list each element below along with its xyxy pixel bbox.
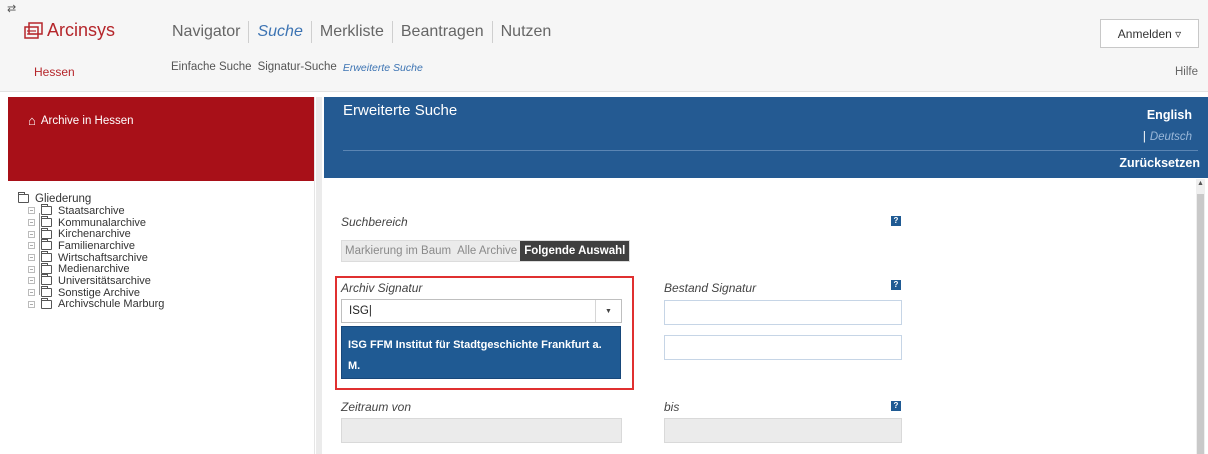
archive-signatur-input[interactable]: ISG — [342, 305, 595, 317]
region-link[interactable]: Hessen — [34, 65, 75, 79]
tree-item-label: Archivschule Marburg — [58, 298, 165, 311]
folder-icon — [18, 192, 29, 203]
folder-icon — [41, 239, 52, 251]
option-alle-archive[interactable]: Alle Archive — [454, 241, 520, 261]
expand-icon[interactable] — [28, 300, 35, 308]
reset-button[interactable]: Zurücksetzen — [1119, 156, 1200, 170]
tree-item-label: Familienarchive — [58, 239, 136, 252]
tree-item-label: Wirtschaftsarchive — [58, 251, 148, 264]
bestand-signatur-input-2[interactable] — [664, 335, 902, 360]
expand-icon[interactable] — [28, 219, 35, 227]
folder-icon — [41, 216, 52, 228]
tree-root[interactable]: Gliederung — [18, 192, 164, 205]
expand-icon[interactable] — [28, 242, 35, 250]
search-area-label: Suchbereich — [341, 215, 408, 229]
tree-item-label: Kommunalarchive — [58, 216, 147, 229]
tree-item-label: Staatsarchive — [58, 204, 125, 217]
login-button[interactable]: Anmelden ▿ — [1100, 19, 1199, 48]
archive-logo-icon — [24, 21, 43, 39]
nav-nutzen[interactable]: Nutzen — [491, 21, 560, 43]
panel-splitter[interactable] — [316, 97, 322, 454]
archive-signatur-label: Archiv Signatur — [341, 281, 423, 295]
search-area-toggle: Markierung im Baum Alle Archive Folgende… — [341, 240, 631, 262]
option-folgende-auswahl[interactable]: Folgende Auswahl — [520, 241, 630, 261]
folder-icon — [41, 286, 52, 298]
tree-item-label: Kirchenarchive — [58, 228, 131, 241]
tree-item-kommunalarchive[interactable]: Kommunalarchive — [28, 216, 164, 229]
expand-icon[interactable] — [28, 265, 35, 273]
folder-icon — [41, 227, 52, 239]
archive-building-icon: ⌂ — [28, 113, 36, 128]
tree-item-universitaetsarchive[interactable]: Universitätsarchive — [28, 274, 164, 287]
language-deutsch-link[interactable]: Deutsch — [1143, 131, 1192, 143]
tree-item-label: Sonstige Archive — [58, 286, 140, 299]
subnav-einfache-suche[interactable]: Einfache Suche — [171, 61, 252, 74]
expand-icon[interactable] — [28, 277, 35, 285]
tree-root-label: Gliederung — [35, 192, 92, 205]
language-english-link[interactable]: English — [1147, 108, 1192, 122]
sub-navigation: Einfache Suche Signatur-Suche Erweiterte… — [171, 61, 429, 74]
scrollbar-thumb[interactable] — [1197, 194, 1204, 454]
option-markierung-im-baum[interactable]: Markierung im Baum — [342, 241, 454, 261]
bis-label: bis — [664, 400, 680, 414]
expand-icon[interactable] — [28, 289, 35, 297]
tree-item-wirtschaftsarchive[interactable]: Wirtschaftsarchive — [28, 251, 164, 264]
logo-text: Arcinsys — [47, 20, 116, 40]
archive-tree-panel: ⌂ Archive in Hessen Gliederung Staatsarc… — [8, 97, 315, 454]
archive-tree: Gliederung Staatsarchive Kommunalarchive… — [18, 192, 164, 310]
tree-item-staatsarchive[interactable]: Staatsarchive — [28, 204, 164, 217]
folder-icon — [41, 274, 52, 286]
page-title: Erweiterte Suche — [343, 102, 458, 119]
main-navigation: Navigator Suche Merkliste Beantragen Nut… — [170, 21, 559, 43]
tree-item-label: Universitätsarchive — [58, 274, 151, 287]
tree-item-archivschule-marburg[interactable]: Archivschule Marburg — [28, 297, 165, 311]
vertical-scrollbar[interactable]: ▲ — [1196, 179, 1205, 454]
expand-icon[interactable] — [28, 254, 35, 262]
tree-item-medienarchive[interactable]: Medienarchive — [28, 262, 164, 276]
top-header: ⇄ Arcinsys Hessen Navigator Suche Merkli… — [0, 0, 1208, 92]
tree-item-kirchenarchive[interactable]: Kirchenarchive — [28, 227, 164, 241]
archive-in-hessen-label: Archive in Hessen — [40, 114, 134, 127]
help-icon[interactable]: ? — [891, 401, 901, 411]
zeitraum-bis-input[interactable] — [664, 418, 902, 443]
zeitraum-von-label: Zeitraum von — [341, 400, 412, 414]
swap-arrows-icon[interactable]: ⇄ — [7, 4, 16, 15]
expand-icon[interactable] — [28, 230, 35, 238]
folder-icon — [41, 204, 52, 216]
nav-navigator[interactable]: Navigator — [170, 21, 248, 43]
dropdown-caret-icon[interactable]: ▼ — [595, 300, 621, 322]
search-panel: Erweiterte Suche English Deutsch Zurücks… — [324, 97, 1208, 454]
help-icon[interactable]: ? — [891, 216, 901, 226]
folder-icon — [41, 262, 52, 274]
nav-suche[interactable]: Suche — [248, 21, 310, 43]
search-header: Erweiterte Suche English Deutsch Zurücks… — [324, 97, 1208, 178]
archive-in-hessen-link[interactable]: ⌂ Archive in Hessen — [28, 113, 134, 128]
folder-icon — [41, 251, 52, 263]
app-logo[interactable]: Arcinsys — [24, 20, 115, 41]
tree-item-familienarchive[interactable]: Familienarchive — [28, 239, 164, 252]
sidebar-header: ⌂ Archive in Hessen — [8, 97, 314, 181]
nav-merkliste[interactable]: Merkliste — [310, 21, 392, 43]
subnav-erweiterte-suche[interactable]: Erweiterte Suche — [343, 61, 423, 74]
help-link[interactable]: Hilfe — [1175, 66, 1198, 78]
folder-icon — [41, 297, 52, 309]
bestand-signatur-label: Bestand Signatur — [664, 281, 757, 295]
tree-item-label: Medienarchive — [58, 263, 130, 276]
nav-beantragen[interactable]: Beantragen — [391, 21, 492, 43]
bestand-signatur-input[interactable] — [664, 300, 902, 325]
tree-item-sonstige-archive[interactable]: Sonstige Archive — [28, 286, 164, 299]
help-icon[interactable]: ? — [891, 280, 901, 290]
archive-signatur-combobox[interactable]: ISG ▼ — [341, 299, 622, 323]
expand-icon[interactable] — [28, 207, 35, 215]
zeitraum-von-input[interactable] — [341, 418, 622, 443]
subnav-signatur-suche[interactable]: Signatur-Suche — [258, 61, 337, 74]
header-divider — [343, 150, 1198, 151]
scroll-up-icon[interactable]: ▲ — [1197, 180, 1204, 187]
archive-suggestion-option[interactable]: ISG FFM Institut für Stadtgeschichte Fra… — [341, 326, 621, 379]
